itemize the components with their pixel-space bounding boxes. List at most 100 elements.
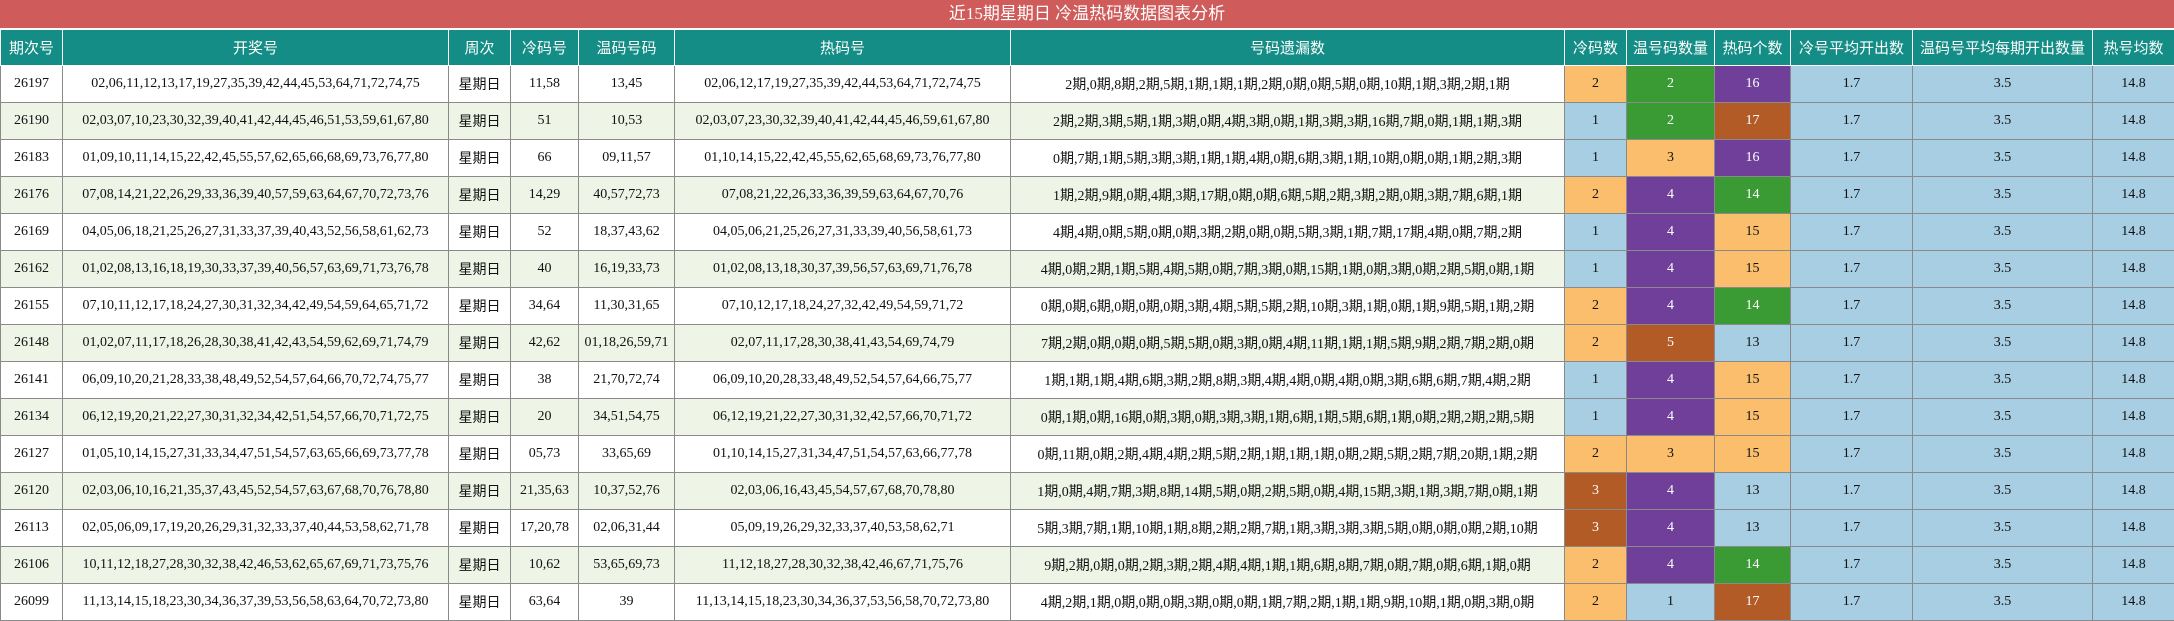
table-row[interactable]: 2618301,09,10,11,14,15,22,42,45,55,57,62… xyxy=(1,140,2174,177)
col-header-warm-average[interactable]: 温码号平均每期开出数量 xyxy=(1913,30,2093,66)
cell-warm-numbers: 39 xyxy=(579,584,675,621)
table-row[interactable]: 2612701,05,10,14,15,27,31,33,34,47,51,54… xyxy=(1,436,2174,473)
col-header-draw-numbers[interactable]: 开奖号 xyxy=(63,30,449,66)
cell-period: 26127 xyxy=(1,436,63,473)
table-row[interactable]: 2614801,02,07,11,17,18,26,28,30,38,41,42… xyxy=(1,325,2174,362)
cell-hot-average: 14.8 xyxy=(2093,473,2174,510)
table-row[interactable]: 2616904,05,06,18,21,25,26,27,31,33,37,39… xyxy=(1,214,2174,251)
cell-warm-average: 3.5 xyxy=(1913,510,2093,547)
cell-hot-count: 15 xyxy=(1715,399,1791,436)
cell-period: 26176 xyxy=(1,177,63,214)
cell-weekday: 星期日 xyxy=(449,288,511,325)
cell-warm-count: 4 xyxy=(1627,177,1715,214)
cell-cold-average: 1.7 xyxy=(1791,177,1913,214)
cell-warm-count: 4 xyxy=(1627,288,1715,325)
cell-hot-average: 14.8 xyxy=(2093,103,2174,140)
cell-draw-numbers: 02,06,11,12,13,17,19,27,35,39,42,44,45,5… xyxy=(63,66,449,103)
table-row[interactable]: 2613406,12,19,20,21,22,27,30,31,32,34,42… xyxy=(1,399,2174,436)
cell-period: 26113 xyxy=(1,510,63,547)
cell-hot-numbers: 02,06,12,17,19,27,35,39,42,44,53,64,71,7… xyxy=(675,66,1011,103)
cell-warm-count: 5 xyxy=(1627,325,1715,362)
cell-cold-count: 2 xyxy=(1565,547,1627,584)
table-row[interactable]: 2610610,11,12,18,27,28,30,32,38,42,46,53… xyxy=(1,547,2174,584)
cell-cold-numbers: 63,64 xyxy=(511,584,579,621)
cell-draw-numbers: 10,11,12,18,27,28,30,32,38,42,46,53,62,6… xyxy=(63,547,449,584)
col-header-hot-average[interactable]: 热号均数 xyxy=(2093,30,2174,66)
cell-cold-average: 1.7 xyxy=(1791,66,1913,103)
col-header-weekday[interactable]: 周次 xyxy=(449,30,511,66)
cell-warm-numbers: 34,51,54,75 xyxy=(579,399,675,436)
cell-hot-count: 15 xyxy=(1715,251,1791,288)
cell-hot-numbers: 05,09,19,26,29,32,33,37,40,53,58,62,71 xyxy=(675,510,1011,547)
cell-hot-average: 14.8 xyxy=(2093,510,2174,547)
table-row[interactable]: 2611302,05,06,09,17,19,20,26,29,31,32,33… xyxy=(1,510,2174,547)
cell-warm-count: 3 xyxy=(1627,140,1715,177)
cell-cold-average: 1.7 xyxy=(1791,399,1913,436)
cell-draw-numbers: 07,10,11,12,17,18,24,27,30,31,32,34,42,4… xyxy=(63,288,449,325)
table-row[interactable]: 2609911,13,14,15,18,23,30,34,36,37,39,53… xyxy=(1,584,2174,621)
cell-cold-count: 1 xyxy=(1565,103,1627,140)
cell-hot-average: 14.8 xyxy=(2093,436,2174,473)
cell-omission: 2期,2期,3期,5期,1期,3期,0期,4期,3期,0期,1期,3期,3期,1… xyxy=(1011,103,1565,140)
table-row[interactable]: 2614106,09,10,20,21,28,33,38,48,49,52,54… xyxy=(1,362,2174,399)
cell-warm-count: 2 xyxy=(1627,103,1715,140)
cell-omission: 2期,0期,8期,2期,5期,1期,1期,1期,2期,0期,0期,5期,0期,1… xyxy=(1011,66,1565,103)
cell-period: 26141 xyxy=(1,362,63,399)
cell-warm-average: 3.5 xyxy=(1913,103,2093,140)
cell-warm-numbers: 21,70,72,74 xyxy=(579,362,675,399)
cell-warm-average: 3.5 xyxy=(1913,214,2093,251)
col-header-warm-numbers[interactable]: 温码号码 xyxy=(579,30,675,66)
cell-warm-count: 1 xyxy=(1627,584,1715,621)
col-header-warm-count[interactable]: 温号码数量 xyxy=(1627,30,1715,66)
cell-hot-numbers: 11,13,14,15,18,23,30,34,36,37,53,56,58,7… xyxy=(675,584,1011,621)
col-header-omission[interactable]: 号码遗漏数 xyxy=(1011,30,1565,66)
cell-period: 26099 xyxy=(1,584,63,621)
cell-weekday: 星期日 xyxy=(449,214,511,251)
table-row[interactable]: 2615507,10,11,12,17,18,24,27,30,31,32,34… xyxy=(1,288,2174,325)
cell-omission: 1期,1期,1期,4期,6期,3期,2期,8期,3期,4期,4期,0期,4期,0… xyxy=(1011,362,1565,399)
col-header-cold-average[interactable]: 冷号平均开出数 xyxy=(1791,30,1913,66)
table-header-row: 期次号 开奖号 周次 冷码号 温码号码 热码号 号码遗漏数 冷码数 温号码数量 … xyxy=(1,30,2174,66)
cell-period: 26120 xyxy=(1,473,63,510)
cell-cold-average: 1.7 xyxy=(1791,214,1913,251)
cell-warm-numbers: 13,45 xyxy=(579,66,675,103)
cell-cold-average: 1.7 xyxy=(1791,436,1913,473)
col-header-period[interactable]: 期次号 xyxy=(1,30,63,66)
page-title: 近15期星期日 冷温热码数据图表分析 xyxy=(0,0,2174,29)
cell-cold-numbers: 20 xyxy=(511,399,579,436)
table-row[interactable]: 2617607,08,14,21,22,26,29,33,36,39,40,57… xyxy=(1,177,2174,214)
cell-hot-count: 16 xyxy=(1715,140,1791,177)
col-header-hot-count[interactable]: 热码个数 xyxy=(1715,30,1791,66)
cell-warm-count: 4 xyxy=(1627,547,1715,584)
cell-cold-count: 3 xyxy=(1565,473,1627,510)
cell-hot-count: 15 xyxy=(1715,214,1791,251)
cell-warm-count: 4 xyxy=(1627,251,1715,288)
cell-hot-numbers: 01,10,14,15,22,42,45,55,62,65,68,69,73,7… xyxy=(675,140,1011,177)
cell-cold-count: 2 xyxy=(1565,177,1627,214)
cell-cold-average: 1.7 xyxy=(1791,103,1913,140)
cell-warm-average: 3.5 xyxy=(1913,177,2093,214)
cell-cold-average: 1.7 xyxy=(1791,362,1913,399)
cell-omission: 5期,3期,7期,1期,10期,1期,8期,2期,2期,7期,1期,3期,3期,… xyxy=(1011,510,1565,547)
cell-warm-average: 3.5 xyxy=(1913,547,2093,584)
cell-hot-count: 13 xyxy=(1715,510,1791,547)
cell-warm-numbers: 18,37,43,62 xyxy=(579,214,675,251)
col-header-cold-count[interactable]: 冷码数 xyxy=(1565,30,1627,66)
table-row[interactable]: 2612002,03,06,10,16,21,35,37,43,45,52,54… xyxy=(1,473,2174,510)
cell-period: 26162 xyxy=(1,251,63,288)
cell-warm-average: 3.5 xyxy=(1913,66,2093,103)
cell-cold-numbers: 10,62 xyxy=(511,547,579,584)
cell-draw-numbers: 01,02,08,13,16,18,19,30,33,37,39,40,56,5… xyxy=(63,251,449,288)
table-row[interactable]: 2619702,06,11,12,13,17,19,27,35,39,42,44… xyxy=(1,66,2174,103)
table-row[interactable]: 2619002,03,07,10,23,30,32,39,40,41,42,44… xyxy=(1,103,2174,140)
col-header-hot-numbers[interactable]: 热码号 xyxy=(675,30,1011,66)
cell-hot-numbers: 04,05,06,21,25,26,27,31,33,39,40,56,58,6… xyxy=(675,214,1011,251)
table-row[interactable]: 2616201,02,08,13,16,18,19,30,33,37,39,40… xyxy=(1,251,2174,288)
col-header-cold-numbers[interactable]: 冷码号 xyxy=(511,30,579,66)
cell-warm-count: 3 xyxy=(1627,436,1715,473)
cell-cold-count: 3 xyxy=(1565,510,1627,547)
cell-period: 26169 xyxy=(1,214,63,251)
cell-warm-numbers: 09,11,57 xyxy=(579,140,675,177)
cell-warm-numbers: 53,65,69,73 xyxy=(579,547,675,584)
cell-hot-numbers: 01,02,08,13,18,30,37,39,56,57,63,69,71,7… xyxy=(675,251,1011,288)
